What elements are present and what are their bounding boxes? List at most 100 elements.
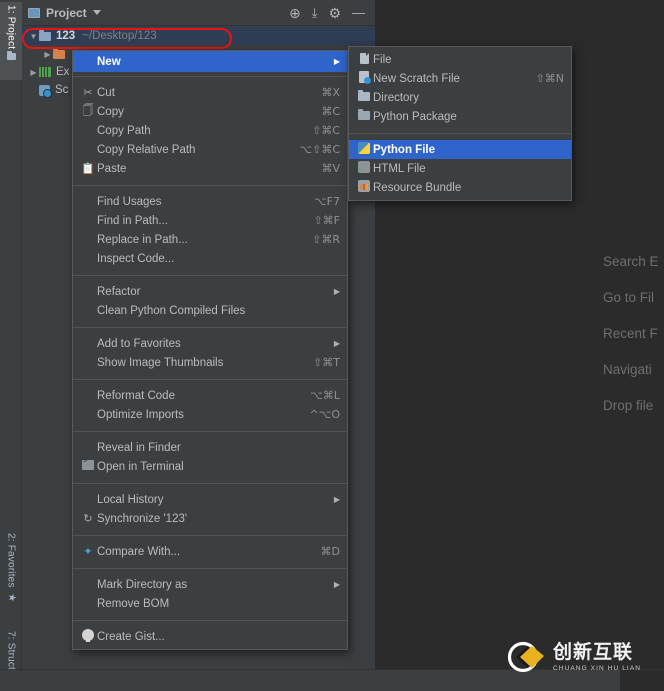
menu-item-label: Mark Directory as — [97, 578, 188, 591]
submenu-group: File New Scratch File ⇧⌘N Directory Pyth… — [349, 47, 571, 129]
refresh-icon: ↻ — [83, 513, 93, 525]
hint-search-everywhere: Search E — [603, 254, 659, 269]
submenu-item-label: Directory — [373, 91, 420, 104]
menu-item-new[interactable]: New ▶ — [73, 51, 347, 72]
menu-item-cut[interactable]: ✂ Cut ⌘X — [73, 83, 347, 102]
menu-item-reveal-in-finder[interactable]: Reveal in Finder — [73, 438, 347, 457]
menu-separator — [73, 185, 347, 186]
menu-group: Find Usages ⌥F7 Find in Path... ⇧⌘F Repl… — [73, 189, 347, 271]
hint-recent-files: Recent F — [603, 326, 658, 341]
menu-item-shortcut: ⌘D — [320, 545, 340, 558]
menu-item-clean-python-compiled-files[interactable]: Clean Python Compiled Files — [73, 301, 347, 320]
menu-item-remove-bom[interactable]: Remove BOM — [73, 594, 347, 613]
project-icon — [28, 7, 40, 18]
menu-item-create-gist[interactable]: Create Gist... — [73, 627, 347, 646]
menu-item-inspect-code[interactable]: Inspect Code... — [73, 249, 347, 268]
submenu-item-label: Python File — [373, 143, 435, 156]
menu-item-copy-path[interactable]: Copy Path ⇧⌘C — [73, 121, 347, 140]
tool-window-title: Project — [46, 5, 87, 20]
python-package-icon — [355, 108, 373, 123]
external-libraries-icon — [39, 67, 51, 77]
submenu-item-file[interactable]: File — [349, 50, 571, 69]
paste-icon: 📋 — [81, 163, 95, 175]
menu-item-label: Copy Path — [97, 124, 151, 137]
watermark-logo: 创新互联 CHUANG XIN HU LIAN — [506, 640, 641, 674]
menu-group: Create Gist... — [73, 624, 347, 649]
tree-row-path: ~/Desktop/123 — [82, 30, 157, 42]
file-icon — [355, 52, 373, 67]
copy-icon: 🗍 — [82, 105, 94, 117]
hint-navigation-bar: Navigati — [603, 362, 652, 377]
submenu-item-label: Python Package — [373, 110, 457, 123]
menu-item-shortcut: ⌘V — [321, 162, 340, 175]
tool-window-header: Project ⊕ ⤓ ⚙ — — [22, 0, 375, 26]
menu-item-refactor[interactable]: Refactor ▶ — [73, 282, 347, 301]
menu-item-open-in-terminal[interactable]: Open in Terminal — [73, 457, 347, 476]
menu-item-label: Synchronize '123' — [97, 512, 188, 525]
submenu-item-label: HTML File — [373, 162, 426, 175]
menu-item-optimize-imports[interactable]: Optimize Imports ^⌥O — [73, 405, 347, 424]
menu-group: Add to Favorites ▶ Show Image Thumbnails… — [73, 331, 347, 375]
submenu-item-python-package[interactable]: Python Package — [349, 107, 571, 126]
menu-item-label: Remove BOM — [97, 597, 170, 610]
menu-group: Reveal in Finder Open in Terminal — [73, 435, 347, 479]
menu-group: Reformat Code ⌥⌘L Optimize Imports ^⌥O — [73, 383, 347, 427]
submenu-item-new-scratch-file[interactable]: New Scratch File ⇧⌘N — [349, 69, 571, 88]
menu-item-shortcut: ⌘X — [321, 86, 340, 99]
menu-item-shortcut: ⇧⌘C — [312, 124, 340, 137]
menu-separator — [73, 535, 347, 536]
github-icon — [79, 629, 97, 644]
menu-group: Mark Directory as ▶ Remove BOM — [73, 572, 347, 616]
project-view-selector[interactable]: Project — [28, 6, 101, 20]
chevron-down-icon[interactable] — [92, 10, 101, 15]
menu-item-local-history[interactable]: Local History ▶ — [73, 490, 347, 509]
menu-separator — [73, 568, 347, 569]
submenu-item-directory[interactable]: Directory — [349, 88, 571, 107]
menu-item-find-in-path[interactable]: Find in Path... ⇧⌘F — [73, 211, 347, 230]
menu-item-mark-directory-as[interactable]: Mark Directory as ▶ — [73, 575, 347, 594]
menu-item-label: Copy — [97, 105, 124, 118]
menu-item-compare-with[interactable]: ✦ Compare With... ⌘D — [73, 542, 347, 561]
context-menu[interactable]: New ▶ ✂ Cut ⌘X 🗍 Copy ⌘C Copy Path ⇧⌘C C… — [72, 50, 348, 650]
menu-separator — [73, 431, 347, 432]
menu-item-replace-in-path[interactable]: Replace in Path... ⇧⌘R — [73, 230, 347, 249]
menu-item-label: Open in Terminal — [97, 460, 184, 473]
scratches-icon — [39, 84, 52, 98]
compare-icon: ✦ — [83, 546, 93, 558]
menu-item-copy-relative-path[interactable]: Copy Relative Path ⌥⇧⌘C — [73, 140, 347, 159]
python-file-icon — [355, 142, 373, 157]
editor-hints: Search E Go to Fil Recent F Navigati Dro… — [603, 244, 659, 424]
sidebar-item-favorites[interactable]: 2: Favorites ★ — [0, 530, 22, 622]
menu-item-label: Replace in Path... — [97, 233, 188, 246]
submenu-item-html-file[interactable]: HTML File — [349, 159, 571, 178]
menu-item-copy[interactable]: 🗍 Copy ⌘C — [73, 102, 347, 121]
menu-item-reformat-code[interactable]: Reformat Code ⌥⌘L — [73, 386, 347, 405]
menu-item-shortcut: ⇧⌘T — [313, 356, 340, 369]
sidebar-item-project[interactable]: 1: Project — [0, 2, 22, 80]
menu-group: ✦ Compare With... ⌘D — [73, 539, 347, 564]
submenu-item-python-file[interactable]: Python File — [349, 140, 571, 159]
menu-item-paste[interactable]: 📋 Paste ⌘V — [73, 159, 347, 178]
expand-arrow-icon[interactable]: ▼ — [28, 32, 39, 41]
resource-bundle-icon — [355, 180, 373, 195]
menu-item-synchronize[interactable]: ↻ Synchronize '123' — [73, 509, 347, 528]
menu-separator — [73, 620, 347, 621]
submenu-group: Python File HTML File Resource Bundle — [349, 137, 571, 200]
new-submenu[interactable]: File New Scratch File ⇧⌘N Directory Pyth… — [348, 46, 572, 201]
sidebar-item-label: 2: Favorites — [5, 533, 17, 588]
submenu-arrow-icon: ▶ — [333, 495, 340, 504]
expand-arrow-icon[interactable]: ▶ — [28, 68, 39, 77]
menu-item-add-to-favorites[interactable]: Add to Favorites ▶ — [73, 334, 347, 353]
tree-row-name: Sc — [55, 84, 69, 96]
submenu-item-resource-bundle[interactable]: Resource Bundle — [349, 178, 571, 197]
tree-row-project-root[interactable]: ▼ 123 ~/Desktop/123 — [22, 27, 375, 45]
sidebar-item-label: 1: Project — [5, 5, 17, 50]
expand-arrow-icon[interactable]: ▶ — [42, 50, 53, 59]
menu-group: Refactor ▶ Clean Python Compiled Files — [73, 279, 347, 323]
menu-item-find-usages[interactable]: Find Usages ⌥F7 — [73, 192, 347, 211]
submenu-item-label: New Scratch File — [373, 72, 460, 85]
tree-row-name: Ex — [56, 66, 70, 78]
menu-item-label: Paste — [97, 162, 127, 175]
menu-item-show-image-thumbnails[interactable]: Show Image Thumbnails ⇧⌘T — [73, 353, 347, 372]
menu-item-label: Add to Favorites — [97, 337, 181, 350]
